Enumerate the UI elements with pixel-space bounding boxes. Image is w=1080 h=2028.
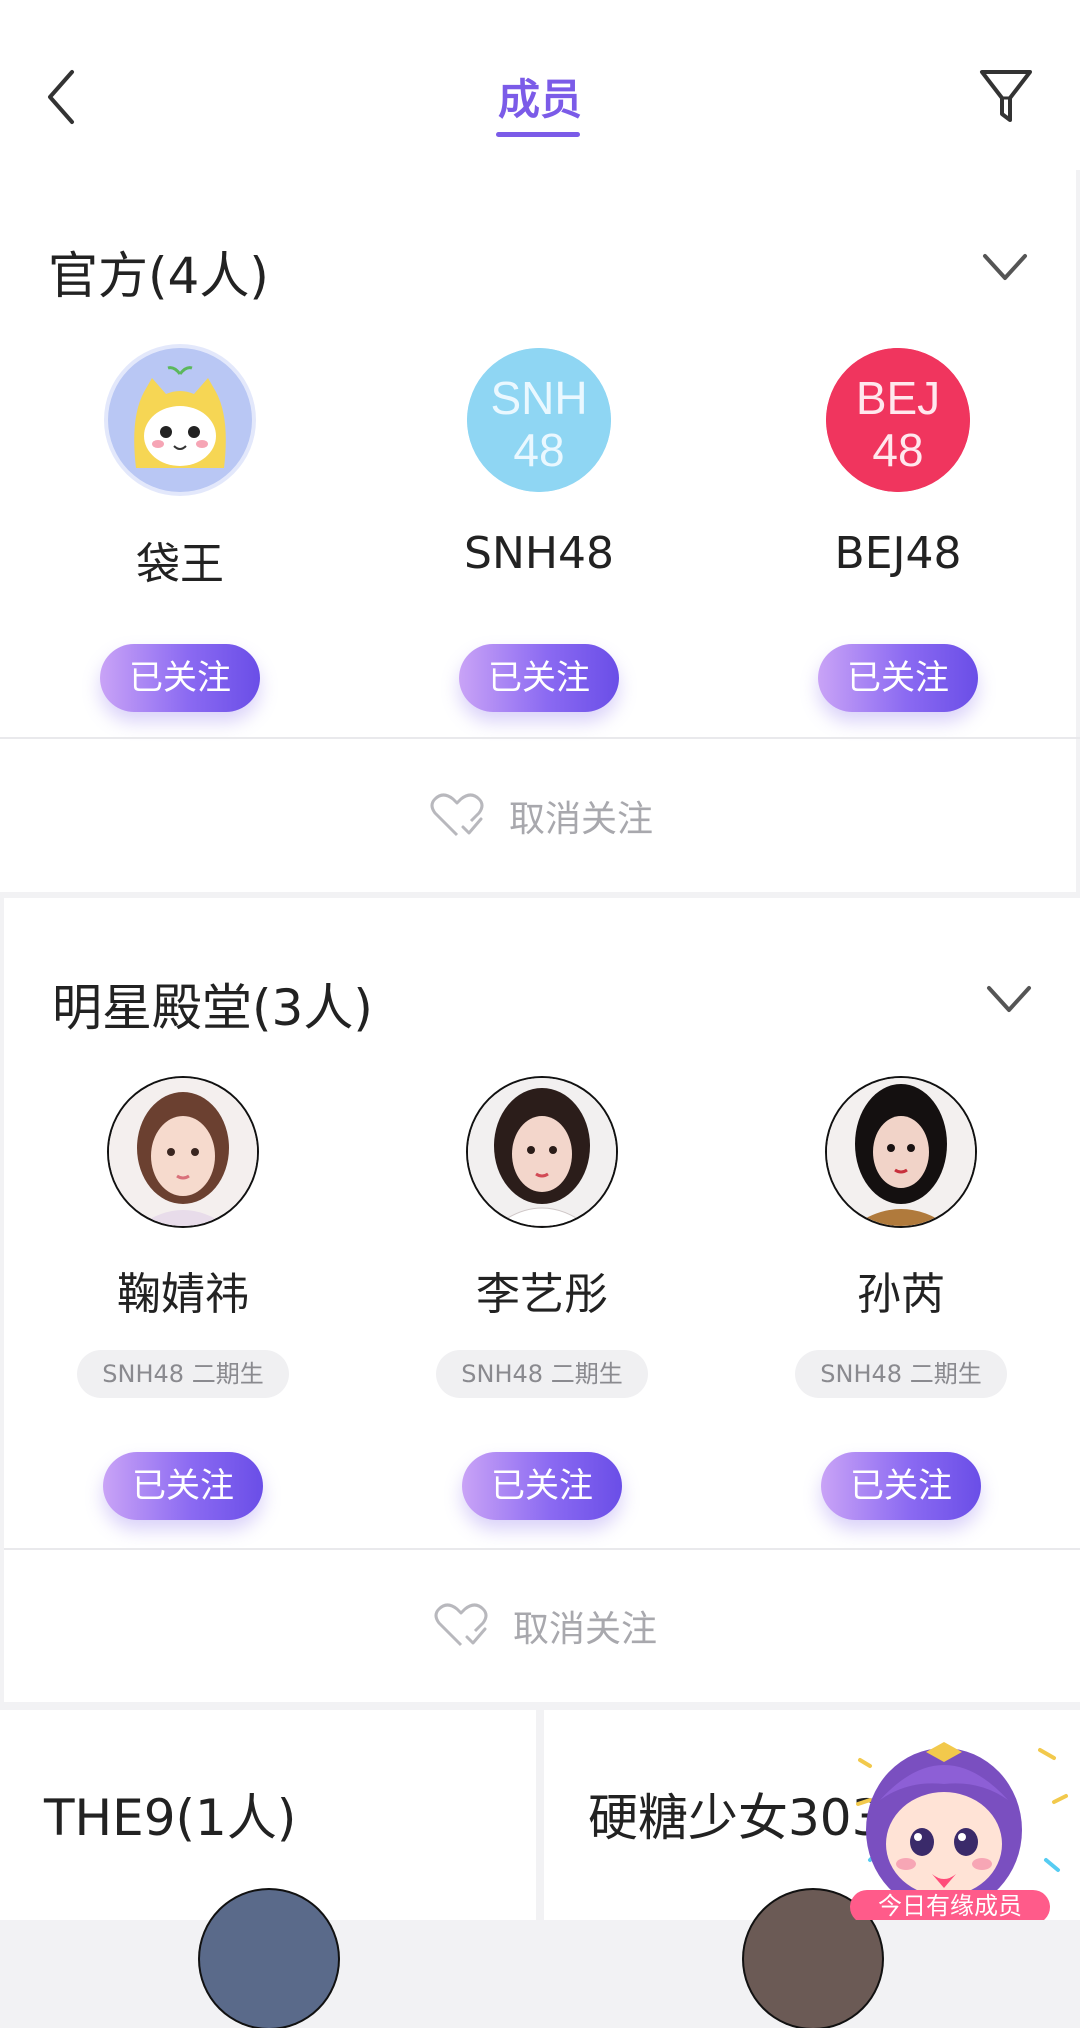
top-bar: 成员: [0, 0, 1080, 170]
avatar[interactable]: [109, 1078, 257, 1226]
avatar[interactable]: SNH 48: [467, 348, 611, 492]
unfollow-button[interactable]: 取消关注: [0, 776, 1080, 856]
followed-button[interactable]: 已关注: [821, 1452, 981, 1520]
section-official: 官方(4人) 袋王 已关注 SNH 48 SNH48 已关注 BEJ 48 BE…: [0, 170, 1080, 892]
filter-icon[interactable]: [976, 64, 1036, 128]
followed-button[interactable]: 已关注: [100, 644, 260, 712]
member-name: 孙芮: [857, 1269, 945, 1320]
section-title: 明星殿堂(3人): [52, 979, 373, 1037]
member-name: BEJ48: [834, 528, 962, 579]
logo-text: SNH: [490, 372, 587, 424]
avatar[interactable]: [468, 1078, 616, 1226]
section-the9[interactable]: THE9(1人): [0, 1710, 536, 2028]
followed-button[interactable]: 已关注: [103, 1452, 263, 1520]
title-underline: [496, 132, 580, 137]
followed-button[interactable]: 已关注: [459, 644, 619, 712]
section-title: THE9(1人): [44, 1789, 297, 1847]
generation-tag: SNH48 二期生: [77, 1350, 289, 1398]
unfollow-label: 取消关注: [512, 1609, 657, 1650]
unfollow-button[interactable]: 取消关注: [4, 1586, 1080, 1666]
mascot-label: 今日有缘成员: [878, 1892, 1022, 1920]
avatar[interactable]: [108, 348, 252, 492]
heart-check-icon: [430, 793, 484, 837]
avatar[interactable]: [827, 1078, 975, 1226]
logo-text: 48: [872, 424, 923, 476]
logo-text: 48: [513, 424, 564, 476]
section-star-hall: 明星殿堂(3人) 鞠婧祎 SNH48 二期生 已关注 李艺彤 SNH48 二期生…: [4, 898, 1080, 1702]
member-name: 袋王: [136, 539, 224, 590]
mascot-avatar-icon: [108, 348, 252, 492]
member-photo: [827, 1078, 975, 1226]
divider: [4, 1548, 1080, 1550]
member-name: SNH48: [464, 528, 614, 579]
member-photo: [109, 1078, 257, 1226]
member-name: 李艺彤: [476, 1269, 608, 1320]
chevron-down-icon[interactable]: [986, 984, 1032, 1014]
logo-text: BEJ: [856, 372, 940, 424]
member-photo: [468, 1078, 616, 1226]
divider: [0, 737, 1080, 739]
page-title[interactable]: 成员: [0, 66, 1080, 127]
followed-button[interactable]: 已关注: [818, 644, 978, 712]
unfollow-label: 取消关注: [508, 799, 653, 840]
chevron-down-icon[interactable]: [982, 252, 1028, 282]
section-title: 官方(4人): [48, 247, 269, 305]
avatar[interactable]: [200, 1890, 338, 2028]
snh48-logo: SNH 48: [467, 348, 611, 492]
avatar[interactable]: BEJ 48: [826, 348, 970, 492]
generation-tag: SNH48 二期生: [436, 1350, 648, 1398]
member-name: 鞠婧祎: [117, 1269, 249, 1320]
followed-button[interactable]: 已关注: [462, 1452, 622, 1520]
generation-tag: SNH48 二期生: [795, 1350, 1007, 1398]
daily-member-mascot[interactable]: 今日有缘成员: [840, 1740, 1080, 1920]
heart-check-icon: [434, 1603, 488, 1647]
bej48-logo: BEJ 48: [826, 348, 970, 492]
